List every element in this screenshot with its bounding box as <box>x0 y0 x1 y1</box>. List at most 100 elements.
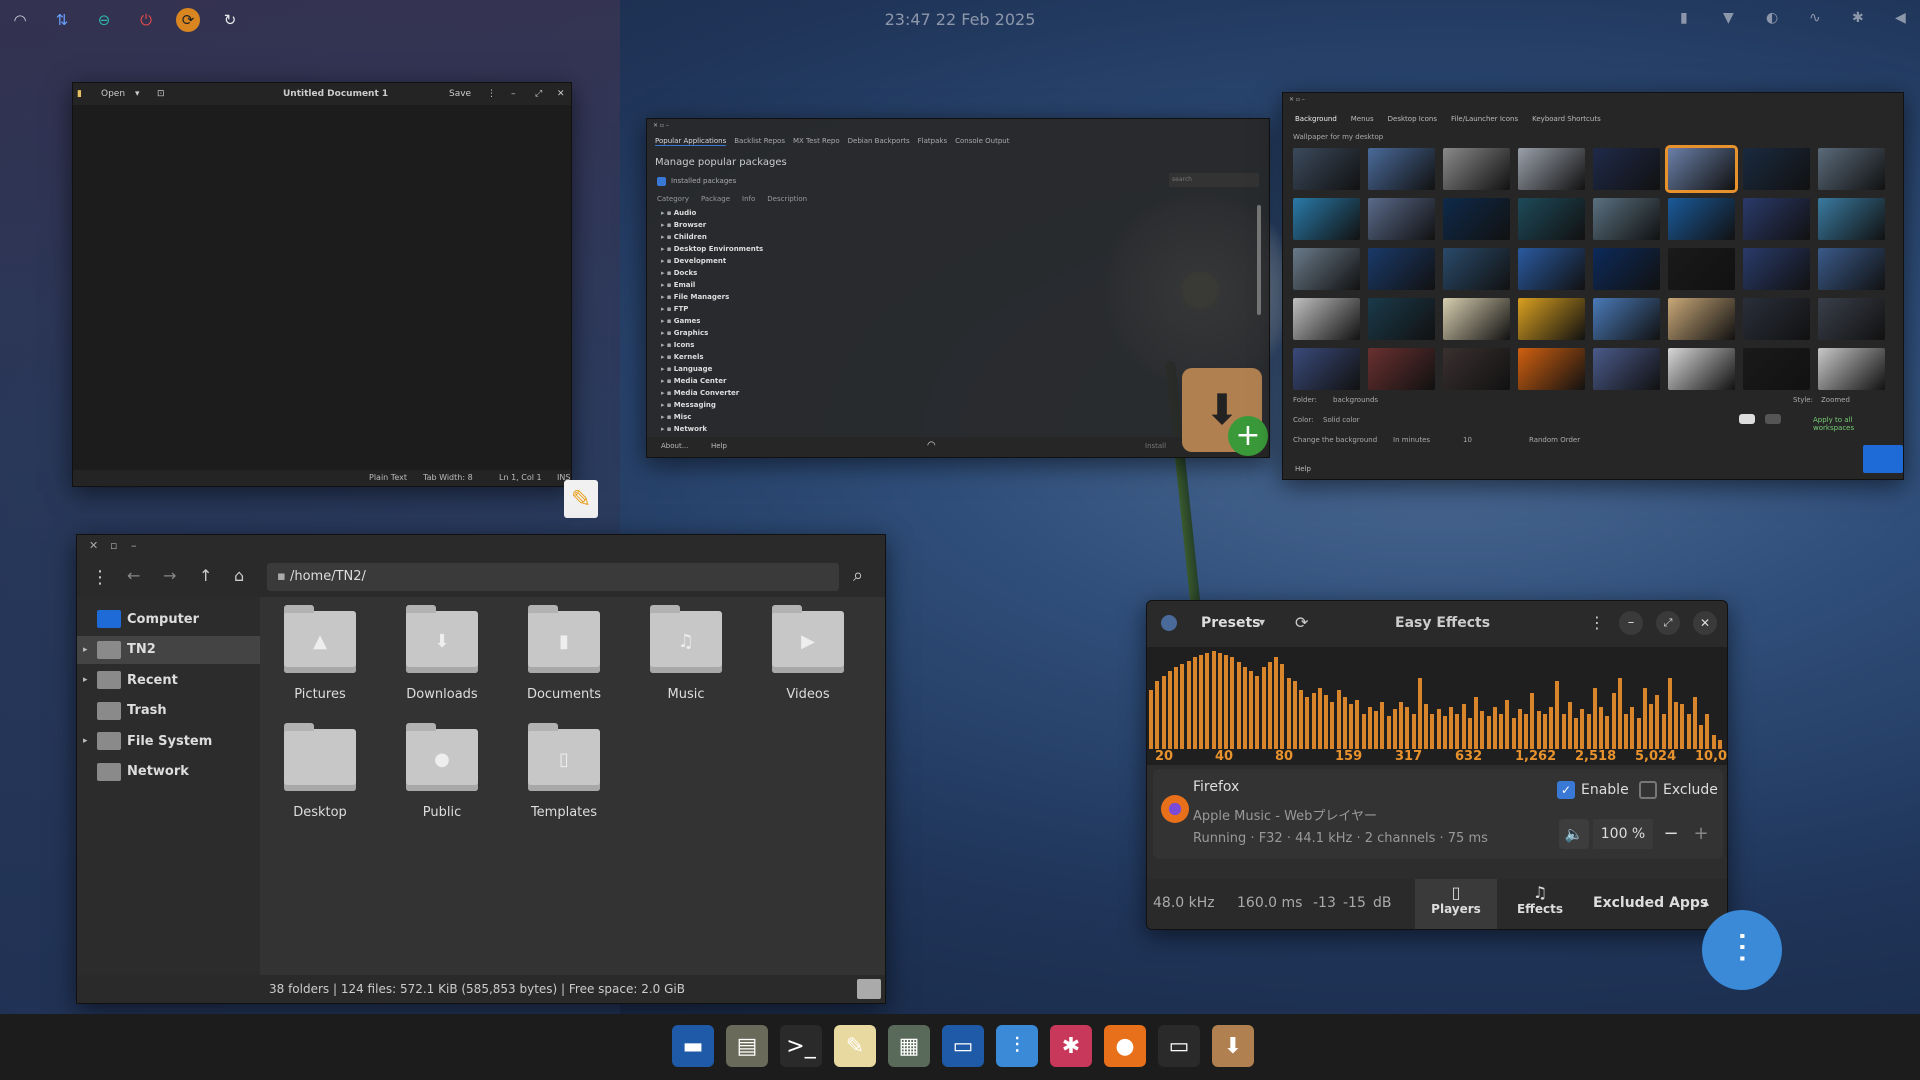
expander-icon[interactable]: ▸ ▪ <box>661 245 674 253</box>
category-row[interactable]: ▸ ▪ Development <box>661 255 763 267</box>
tab-background[interactable]: Background <box>1295 115 1337 123</box>
excluded-apps-button[interactable]: Excluded Apps <box>1593 895 1708 911</box>
volume-minus-button[interactable]: − <box>1657 819 1685 849</box>
tab-menus[interactable]: Menus <box>1351 115 1374 123</box>
folder-templates[interactable]: ▯ Templates <box>514 723 614 839</box>
app-menu-icon[interactable] <box>1161 615 1177 631</box>
wallpaper-thumbnail[interactable] <box>1518 298 1585 340</box>
expander-icon[interactable]: ▸ ▪ <box>661 305 674 313</box>
up-icon[interactable]: ↑ <box>199 566 212 585</box>
menu-icon[interactable]: ⋮ <box>91 567 109 588</box>
install-button[interactable]: Install <box>1145 442 1166 450</box>
category-row[interactable]: ▸ ▪ Language <box>661 363 763 375</box>
wallpaper-thumbnail[interactable] <box>1668 298 1735 340</box>
wallpaper-thumbnail[interactable] <box>1293 348 1360 390</box>
window-controls[interactable]: ✕ ▫ – <box>653 122 669 129</box>
back-icon[interactable]: ← <box>127 566 140 585</box>
folder-public[interactable]: ● Public <box>392 723 492 839</box>
expander-icon[interactable]: ▸ ▪ <box>661 365 674 373</box>
category-row[interactable]: ▸ ▪ Docks <box>661 267 763 279</box>
ok-button[interactable] <box>1863 445 1903 473</box>
search-input[interactable]: search <box>1169 173 1259 187</box>
chevron-down-icon[interactable]: ▾ <box>135 89 140 99</box>
category-row[interactable]: ▸ ▪ Games <box>661 315 763 327</box>
chevron-down-icon[interactable]: ▾ <box>1259 615 1265 629</box>
expander-icon[interactable]: ▸ ▪ <box>661 293 674 301</box>
package-installer-icon[interactable]: ⬇ <box>1212 1025 1254 1067</box>
wallpaper-thumbnail[interactable] <box>1743 248 1810 290</box>
package-installer-app-icon[interactable]: ⬇ + <box>1182 368 1268 456</box>
tab-keyboard-shortcuts[interactable]: Keyboard Shortcuts <box>1532 115 1601 123</box>
expander-icon[interactable]: ▸ ▪ <box>661 401 674 409</box>
category-row[interactable]: ▸ ▪ Browser <box>661 219 763 231</box>
category-row[interactable]: ▸ ▪ File Managers <box>661 291 763 303</box>
category-row[interactable]: ▸ ▪ Desktop Environments <box>661 243 763 255</box>
expander-icon[interactable]: ▸ ▪ <box>661 233 674 241</box>
category-row[interactable]: ▸ ▪ Icons <box>661 339 763 351</box>
wallpaper-thumbnail[interactable] <box>1818 198 1885 240</box>
category-row[interactable]: ▸ ▪ Messaging <box>661 399 763 411</box>
folder-music[interactable]: ♫ Music <box>636 605 736 721</box>
random-order-checkbox[interactable]: Random Order <box>1529 436 1580 444</box>
enable-checkbox[interactable]: ✓ <box>1557 781 1575 799</box>
wallpaper-thumbnail[interactable] <box>1668 198 1735 240</box>
clipboard-icon[interactable]: ▮ <box>1680 10 1688 26</box>
chevron-up-icon[interactable]: ▴ <box>1703 895 1709 909</box>
expander-icon[interactable]: ▸ ▪ <box>661 389 674 397</box>
expander-icon[interactable]: ▸ <box>83 736 88 746</box>
apply-all-checkbox[interactable]: Apply to all workspaces <box>1813 416 1893 432</box>
desktop-icon[interactable]: ▬ <box>672 1025 714 1067</box>
wallpaper-thumbnail[interactable] <box>1443 148 1510 190</box>
easy-effects-icon[interactable]: ⫶ <box>996 1025 1038 1067</box>
expander-icon[interactable]: ▸ ▪ <box>661 413 674 421</box>
wallpaper-thumbnail[interactable] <box>1518 198 1585 240</box>
save-button[interactable]: Save <box>449 89 471 99</box>
wallpaper-thumbnail[interactable] <box>1368 148 1435 190</box>
reset-icon[interactable]: ⟳ <box>1295 613 1308 632</box>
wallpaper-thumbnail[interactable] <box>1668 348 1735 390</box>
folder-select[interactable]: backgrounds <box>1333 396 1378 404</box>
expander-icon[interactable]: ▸ ▪ <box>661 209 674 217</box>
column-header[interactable]: Info <box>742 195 755 203</box>
easy-effects-desktop-icon[interactable]: ⫶ <box>1702 910 1782 990</box>
text-area[interactable] <box>73 105 571 470</box>
interval-value[interactable]: 10 <box>1463 436 1472 444</box>
calculator-icon[interactable]: ▦ <box>888 1025 930 1067</box>
minimize-icon[interactable]: – <box>131 539 137 552</box>
bluetooth-icon[interactable]: ✱ <box>1852 10 1864 26</box>
scrollbar[interactable] <box>1257 205 1261 315</box>
wallpaper-thumbnail[interactable] <box>1293 198 1360 240</box>
installed-checkbox[interactable] <box>657 177 666 186</box>
wallpaper-thumbnail[interactable] <box>1293 148 1360 190</box>
media-icon[interactable]: ✱ <box>1050 1025 1092 1067</box>
tab-file-launcher-icons[interactable]: File/Launcher Icons <box>1451 115 1518 123</box>
expander-icon[interactable]: ▸ ▪ <box>661 377 674 385</box>
language-selector[interactable]: Plain Text <box>369 473 407 482</box>
terminal-icon[interactable]: >_ <box>780 1025 822 1067</box>
color-swatch[interactable] <box>1739 414 1755 424</box>
sidebar-item-trash[interactable]: Trash <box>77 697 260 725</box>
wallpaper-thumbnail[interactable] <box>1668 248 1735 290</box>
wallpaper-thumbnail[interactable] <box>1443 298 1510 340</box>
wallpaper-thumbnail[interactable] <box>1368 348 1435 390</box>
wallpaper-thumbnail[interactable] <box>1518 148 1585 190</box>
wifi-icon[interactable]: ▼ <box>1723 10 1734 26</box>
interval-select[interactable]: In minutes <box>1393 436 1430 444</box>
folder-downloads[interactable]: ⬇ Downloads <box>392 605 492 721</box>
minimize-icon[interactable]: – <box>1619 611 1643 635</box>
wallpaper-thumbnail[interactable] <box>1593 148 1660 190</box>
category-row[interactable]: ▸ ▪ Graphics <box>661 327 763 339</box>
about-button[interactable]: About... <box>661 442 688 450</box>
minimize-icon[interactable]: – <box>511 89 516 99</box>
firefox-icon[interactable]: ● <box>1104 1025 1146 1067</box>
wallpaper-thumbnail[interactable] <box>1368 248 1435 290</box>
path-bar[interactable]: ▪ /home/TN2/ <box>267 563 839 591</box>
color-swatch[interactable] <box>1765 414 1781 424</box>
change-bg-checkbox[interactable]: Change the background <box>1293 436 1377 444</box>
expander-icon[interactable]: ▸ ▪ <box>661 257 674 265</box>
sidebar-item-computer[interactable]: Computer <box>77 605 260 633</box>
wallpaper-thumbnail[interactable] <box>1443 198 1510 240</box>
wallpaper-thumbnail[interactable] <box>1443 348 1510 390</box>
category-row[interactable]: ▸ ▪ Children <box>661 231 763 243</box>
forward-icon[interactable]: → <box>163 566 176 585</box>
